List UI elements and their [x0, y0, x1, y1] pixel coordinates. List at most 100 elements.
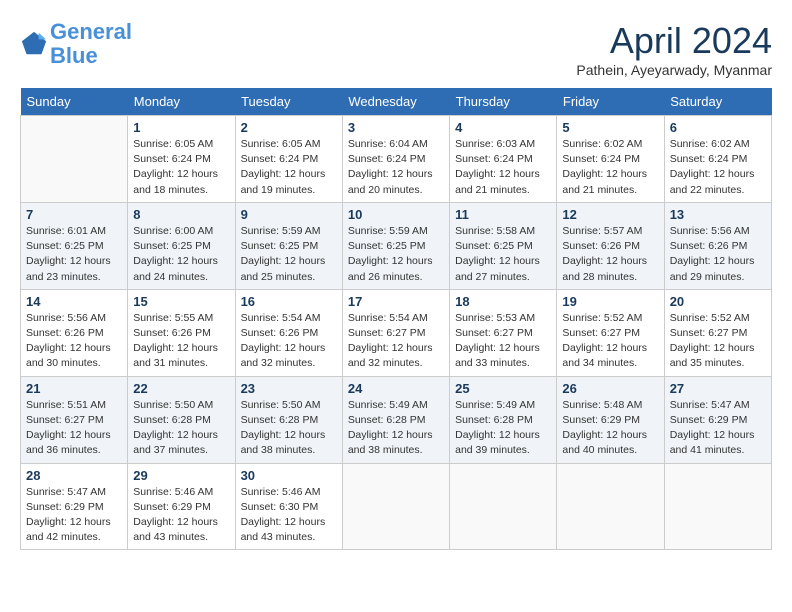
- week-row-2: 7 Sunrise: 6:01 AM Sunset: 6:25 PM Daylig…: [21, 202, 772, 289]
- day-cell: 25 Sunrise: 5:49 AM Sunset: 6:28 PM Dayli…: [450, 376, 557, 463]
- day-cell: 12 Sunrise: 5:57 AM Sunset: 6:26 PM Dayli…: [557, 202, 664, 289]
- day-info: Sunrise: 6:02 AM Sunset: 6:24 PM Dayligh…: [670, 137, 766, 198]
- day-info: Sunrise: 5:56 AM Sunset: 6:26 PM Dayligh…: [670, 224, 766, 285]
- week-row-4: 21 Sunrise: 5:51 AM Sunset: 6:27 PM Dayli…: [21, 376, 772, 463]
- day-number: 12: [562, 207, 658, 222]
- page-header: General Blue April 2024 Pathein, Ayeyarw…: [20, 20, 772, 78]
- day-cell: 3 Sunrise: 6:04 AM Sunset: 6:24 PM Daylig…: [342, 116, 449, 203]
- day-cell: 10 Sunrise: 5:59 AM Sunset: 6:25 PM Dayli…: [342, 202, 449, 289]
- day-number: 24: [348, 381, 444, 396]
- day-cell: [664, 463, 771, 550]
- day-cell: 19 Sunrise: 5:52 AM Sunset: 6:27 PM Dayli…: [557, 289, 664, 376]
- day-info: Sunrise: 5:50 AM Sunset: 6:28 PM Dayligh…: [133, 398, 229, 459]
- day-number: 2: [241, 120, 337, 135]
- day-number: 1: [133, 120, 229, 135]
- day-info: Sunrise: 5:50 AM Sunset: 6:28 PM Dayligh…: [241, 398, 337, 459]
- day-number: 17: [348, 294, 444, 309]
- day-cell: 20Sunrise: 5:52 AM Sunset: 6:27 PM Dayli…: [664, 289, 771, 376]
- day-cell: 4 Sunrise: 6:03 AM Sunset: 6:24 PM Daylig…: [450, 116, 557, 203]
- day-cell: 16 Sunrise: 5:54 AM Sunset: 6:26 PM Dayli…: [235, 289, 342, 376]
- day-cell: 11Sunrise: 5:58 AM Sunset: 6:25 PM Dayli…: [450, 202, 557, 289]
- day-number: 9: [241, 207, 337, 222]
- logo-text: General Blue: [50, 20, 132, 68]
- day-number: 7: [26, 207, 122, 222]
- day-cell: 29Sunrise: 5:46 AM Sunset: 6:29 PM Dayli…: [128, 463, 235, 550]
- logo-icon: [20, 30, 48, 58]
- day-info: Sunrise: 5:51 AM Sunset: 6:27 PM Dayligh…: [26, 398, 122, 459]
- day-cell: 2 Sunrise: 6:05 AM Sunset: 6:24 PM Daylig…: [235, 116, 342, 203]
- day-number: 16: [241, 294, 337, 309]
- day-info: Sunrise: 5:47 AM Sunset: 6:29 PM Dayligh…: [670, 398, 766, 459]
- header-friday: Friday: [557, 88, 664, 116]
- day-info: Sunrise: 5:46 AM Sunset: 6:30 PM Dayligh…: [241, 485, 337, 546]
- calendar-body: 1 Sunrise: 6:05 AM Sunset: 6:24 PM Daylig…: [21, 116, 772, 550]
- day-cell: 1 Sunrise: 6:05 AM Sunset: 6:24 PM Daylig…: [128, 116, 235, 203]
- day-info: Sunrise: 5:58 AM Sunset: 6:25 PM Dayligh…: [455, 224, 551, 285]
- week-row-3: 14 Sunrise: 5:56 AM Sunset: 6:26 PM Dayli…: [21, 289, 772, 376]
- day-info: Sunrise: 5:55 AM Sunset: 6:26 PM Dayligh…: [133, 311, 229, 372]
- day-info: Sunrise: 6:05 AM Sunset: 6:24 PM Dayligh…: [133, 137, 229, 198]
- day-info: Sunrise: 5:49 AM Sunset: 6:28 PM Dayligh…: [348, 398, 444, 459]
- day-number: 13: [670, 207, 766, 222]
- day-cell: [557, 463, 664, 550]
- day-number: 4: [455, 120, 551, 135]
- day-number: 28: [26, 468, 122, 483]
- day-number: 8: [133, 207, 229, 222]
- day-info: Sunrise: 6:05 AM Sunset: 6:24 PM Dayligh…: [241, 137, 337, 198]
- day-cell: 18Sunrise: 5:53 AM Sunset: 6:27 PM Dayli…: [450, 289, 557, 376]
- day-info: Sunrise: 5:57 AM Sunset: 6:26 PM Dayligh…: [562, 224, 658, 285]
- day-number: 23: [241, 381, 337, 396]
- day-info: Sunrise: 6:03 AM Sunset: 6:24 PM Dayligh…: [455, 137, 551, 198]
- day-number: 21: [26, 381, 122, 396]
- header-thursday: Thursday: [450, 88, 557, 116]
- day-cell: 17 Sunrise: 5:54 AM Sunset: 6:27 PM Dayli…: [342, 289, 449, 376]
- header-saturday: Saturday: [664, 88, 771, 116]
- day-info: Sunrise: 5:46 AM Sunset: 6:29 PM Dayligh…: [133, 485, 229, 546]
- day-number: 3: [348, 120, 444, 135]
- day-number: 15: [133, 294, 229, 309]
- day-number: 30: [241, 468, 337, 483]
- calendar-header: Sunday Monday Tuesday Wednesday Thursday…: [21, 88, 772, 116]
- location-subtitle: Pathein, Ayeyarwady, Myanmar: [576, 62, 772, 78]
- day-info: Sunrise: 5:56 AM Sunset: 6:26 PM Dayligh…: [26, 311, 122, 372]
- day-cell: 27 Sunrise: 5:47 AM Sunset: 6:29 PM Dayli…: [664, 376, 771, 463]
- day-info: Sunrise: 5:52 AM Sunset: 6:27 PM Dayligh…: [562, 311, 658, 372]
- day-number: 14: [26, 294, 122, 309]
- day-cell: 26 Sunrise: 5:48 AM Sunset: 6:29 PM Dayli…: [557, 376, 664, 463]
- week-row-1: 1 Sunrise: 6:05 AM Sunset: 6:24 PM Daylig…: [21, 116, 772, 203]
- day-cell: [21, 116, 128, 203]
- day-info: Sunrise: 5:54 AM Sunset: 6:26 PM Dayligh…: [241, 311, 337, 372]
- day-info: Sunrise: 6:01 AM Sunset: 6:25 PM Dayligh…: [26, 224, 122, 285]
- day-number: 22: [133, 381, 229, 396]
- day-number: 19: [562, 294, 658, 309]
- day-info: Sunrise: 5:59 AM Sunset: 6:25 PM Dayligh…: [348, 224, 444, 285]
- day-number: 26: [562, 381, 658, 396]
- header-sunday: Sunday: [21, 88, 128, 116]
- header-row: Sunday Monday Tuesday Wednesday Thursday…: [21, 88, 772, 116]
- day-info: Sunrise: 5:48 AM Sunset: 6:29 PM Dayligh…: [562, 398, 658, 459]
- day-cell: 6 Sunrise: 6:02 AM Sunset: 6:24 PM Daylig…: [664, 116, 771, 203]
- day-cell: 7 Sunrise: 6:01 AM Sunset: 6:25 PM Daylig…: [21, 202, 128, 289]
- day-info: Sunrise: 5:47 AM Sunset: 6:29 PM Dayligh…: [26, 485, 122, 546]
- day-cell: 14 Sunrise: 5:56 AM Sunset: 6:26 PM Dayli…: [21, 289, 128, 376]
- day-cell: 30 Sunrise: 5:46 AM Sunset: 6:30 PM Dayli…: [235, 463, 342, 550]
- month-title: April 2024: [576, 20, 772, 62]
- day-info: Sunrise: 5:49 AM Sunset: 6:28 PM Dayligh…: [455, 398, 551, 459]
- day-cell: 23 Sunrise: 5:50 AM Sunset: 6:28 PM Dayli…: [235, 376, 342, 463]
- day-number: 6: [670, 120, 766, 135]
- day-info: Sunrise: 6:02 AM Sunset: 6:24 PM Dayligh…: [562, 137, 658, 198]
- day-info: Sunrise: 6:04 AM Sunset: 6:24 PM Dayligh…: [348, 137, 444, 198]
- day-cell: 15 Sunrise: 5:55 AM Sunset: 6:26 PM Dayli…: [128, 289, 235, 376]
- day-number: 10: [348, 207, 444, 222]
- day-cell: 5Sunrise: 6:02 AM Sunset: 6:24 PM Daylig…: [557, 116, 664, 203]
- day-number: 25: [455, 381, 551, 396]
- week-row-5: 28 Sunrise: 5:47 AM Sunset: 6:29 PM Dayli…: [21, 463, 772, 550]
- day-number: 18: [455, 294, 551, 309]
- day-number: 27: [670, 381, 766, 396]
- day-cell: 9Sunrise: 5:59 AM Sunset: 6:25 PM Daylig…: [235, 202, 342, 289]
- day-info: Sunrise: 5:54 AM Sunset: 6:27 PM Dayligh…: [348, 311, 444, 372]
- calendar-table: Sunday Monday Tuesday Wednesday Thursday…: [20, 88, 772, 550]
- day-info: Sunrise: 5:52 AM Sunset: 6:27 PM Dayligh…: [670, 311, 766, 372]
- day-cell: 24 Sunrise: 5:49 AM Sunset: 6:28 PM Dayli…: [342, 376, 449, 463]
- day-cell: 21 Sunrise: 5:51 AM Sunset: 6:27 PM Dayli…: [21, 376, 128, 463]
